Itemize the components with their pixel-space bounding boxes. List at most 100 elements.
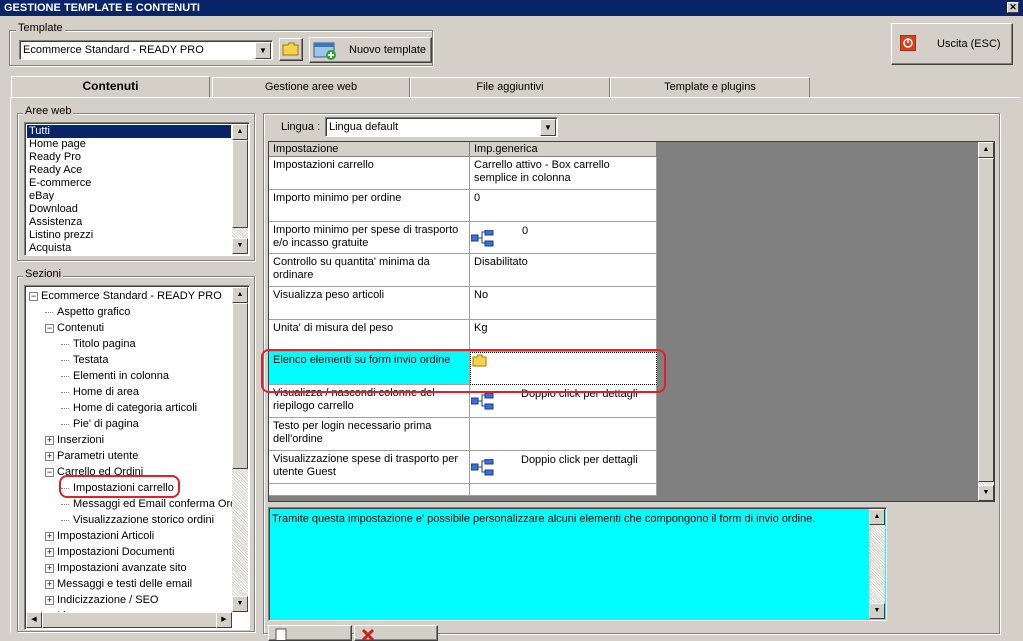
tree-node[interactable]: +Messaggi e testi delle email <box>45 576 192 592</box>
tree-node-label: Messaggi ed Email conferma Ordini <box>73 498 233 510</box>
sezioni-tree[interactable]: −Ecommerce Standard - READY PROAspetto g… <box>24 285 250 630</box>
scroll-thumb[interactable] <box>232 303 248 469</box>
chevron-down-icon[interactable]: ▼ <box>255 42 271 59</box>
aree-web-item[interactable]: Listino prezzi <box>27 229 231 242</box>
lingua-combo[interactable]: Lingua default ▼ <box>325 117 558 137</box>
description-scrollbar[interactable]: ▲ ▼ <box>869 509 885 619</box>
aree-web-item[interactable]: E-commerce <box>27 177 231 190</box>
grid-header-imp-generica[interactable]: Imp.generica <box>470 142 657 157</box>
tree-node[interactable]: +Impostazioni Articoli <box>45 528 154 544</box>
tree-node[interactable]: +Impostazioni avanzate sito <box>45 560 187 576</box>
scroll-right-icon[interactable]: ▶ <box>216 612 232 628</box>
aree-web-item[interactable]: eBay <box>27 190 231 203</box>
expand-icon[interactable]: + <box>45 452 54 461</box>
grid-row-value[interactable]: No <box>470 287 657 320</box>
grid-row-value[interactable]: Doppio click per dettagli <box>470 451 657 484</box>
collapse-icon[interactable]: − <box>45 468 54 477</box>
tab-gestione-aree-web[interactable]: Gestione aree web <box>212 77 410 97</box>
collapse-icon[interactable]: − <box>45 324 54 333</box>
aree-web-item[interactable]: Tutti <box>27 125 231 138</box>
expand-icon[interactable]: + <box>45 596 54 605</box>
grid-row-name[interactable] <box>269 484 470 496</box>
expand-icon[interactable]: + <box>45 564 54 573</box>
grid-row-name[interactable]: Testo per login necessario prima dell'or… <box>269 418 470 451</box>
tree-scrollbar-h[interactable]: ◀ ▶ <box>26 612 232 628</box>
tree-node[interactable]: Pie' di pagina <box>61 416 139 432</box>
grid-row-value[interactable]: 0 <box>470 190 657 222</box>
tab-contenuti[interactable]: Contenuti <box>11 76 210 98</box>
collapse-icon[interactable]: − <box>29 292 38 301</box>
expand-icon[interactable]: + <box>45 532 54 541</box>
aree-web-item[interactable]: Assistenza <box>27 216 231 229</box>
grid-row-value[interactable]: Kg <box>470 320 657 352</box>
window-title: GESTIONE TEMPLATE E CONTENUTI <box>0 0 1023 16</box>
grid-row-value[interactable]: Disabilitato <box>470 254 657 287</box>
tree-node[interactable]: Home di area <box>61 384 139 400</box>
aree-scrollbar[interactable]: ▲ ▼ <box>232 124 248 254</box>
open-folder-button[interactable] <box>279 38 303 61</box>
tree-node[interactable]: +Parametri utente <box>45 448 138 464</box>
scroll-down-icon[interactable]: ▼ <box>232 596 248 612</box>
grid-row-value-text: Doppio click per dettagli <box>521 454 638 467</box>
close-icon[interactable]: ✕ <box>1007 2 1019 13</box>
grid-row-value[interactable]: 0 <box>470 222 657 254</box>
tree-node[interactable]: +Inserzioni <box>45 432 104 448</box>
grid-scrollbar[interactable]: ▲ ▼ <box>978 142 994 501</box>
expand-icon[interactable]: + <box>45 548 54 557</box>
chevron-down-icon[interactable]: ▼ <box>540 119 556 136</box>
aree-web-item[interactable]: Acquista <box>27 242 231 255</box>
tree-node[interactable]: Titolo pagina <box>61 336 136 352</box>
scroll-thumb[interactable] <box>232 140 248 228</box>
bottom-button-2[interactable] <box>354 625 438 641</box>
grid-row-value[interactable] <box>470 418 657 451</box>
tree-node[interactable]: −Ecommerce Standard - READY PRO <box>29 288 222 304</box>
tree-node[interactable]: +Indicizzazione / SEO <box>45 592 159 608</box>
tree-node[interactable]: Aspetto grafico <box>45 304 130 320</box>
scroll-down-icon[interactable]: ▼ <box>232 238 248 254</box>
grid-row-name[interactable]: Controllo su quantita' minima da ordinar… <box>269 254 470 287</box>
tree-node[interactable]: +Impostazioni Documenti <box>45 544 174 560</box>
grid-row-name[interactable]: Visualizza peso articoli <box>269 287 470 320</box>
tab-file-aggiuntivi[interactable]: File aggiuntivi <box>410 77 610 97</box>
exit-button[interactable]: Uscita (ESC) <box>891 23 1013 65</box>
scroll-thumb[interactable] <box>978 158 994 482</box>
tab-template-plugins[interactable]: Template e plugins <box>610 77 810 97</box>
new-template-button[interactable]: Nuovo template <box>309 37 432 63</box>
scroll-down-icon[interactable]: ▼ <box>978 485 994 501</box>
aree-web-item[interactable]: Home page <box>27 138 231 151</box>
grid-row-value[interactable]: Carrello attivo - Box carrello semplice … <box>470 157 657 190</box>
tree-node[interactable]: −Contenuti <box>45 320 104 336</box>
bottom-button-1[interactable] <box>268 625 352 641</box>
tree-scrollbar-v[interactable]: ▲ ▼ <box>232 287 248 612</box>
scroll-up-icon[interactable]: ▲ <box>869 509 885 525</box>
tree-node[interactable]: Home di categoria articoli <box>61 400 197 416</box>
grid-row-name[interactable]: Importo minimo per spese di trasporto e/… <box>269 222 470 254</box>
aree-web-listbox[interactable]: TuttiHome pageReady ProReady AceE-commer… <box>24 122 250 256</box>
tree-node-label: Parametri utente <box>57 450 138 462</box>
scroll-up-icon[interactable]: ▲ <box>232 124 248 140</box>
expand-icon[interactable]: + <box>45 436 54 445</box>
tree-node[interactable]: Testata <box>61 352 108 368</box>
tree-node-label: Impostazioni Articoli <box>57 530 154 542</box>
aree-web-label: Aree web <box>23 105 73 117</box>
aree-web-item[interactable]: Ready Ace <box>27 164 231 177</box>
tree-node[interactable]: Elementi in colonna <box>61 368 169 384</box>
aree-web-item[interactable]: Download <box>27 203 231 216</box>
tree-node[interactable]: Visualizzazione storico ordini <box>61 512 214 528</box>
aree-web-item[interactable]: Ready Pro <box>27 151 231 164</box>
scroll-up-icon[interactable]: ▲ <box>978 142 994 158</box>
scroll-left-icon[interactable]: ◀ <box>26 612 42 628</box>
grid-row-name[interactable]: Visualizzazione spese di trasporto per u… <box>269 451 470 484</box>
scroll-up-icon[interactable]: ▲ <box>232 287 248 303</box>
grid-header-impostazione[interactable]: Impostazione <box>269 142 470 157</box>
grid-row-name[interactable]: Unita' di misura del peso <box>269 320 470 352</box>
tree-node-label: Indicizzazione / SEO <box>57 594 159 606</box>
scroll-thumb-h[interactable] <box>42 612 218 628</box>
grid-row-name[interactable]: Impostazioni carrello <box>269 157 470 190</box>
tree-node[interactable]: Messaggi ed Email conferma Ordini <box>61 496 233 512</box>
grid-row-value[interactable] <box>470 484 657 496</box>
template-combo[interactable]: Ecommerce Standard - READY PRO ▼ <box>19 40 273 60</box>
expand-icon[interactable]: + <box>45 580 54 589</box>
grid-row-name[interactable]: Importo minimo per ordine <box>269 190 470 222</box>
scroll-down-icon[interactable]: ▼ <box>869 603 885 619</box>
